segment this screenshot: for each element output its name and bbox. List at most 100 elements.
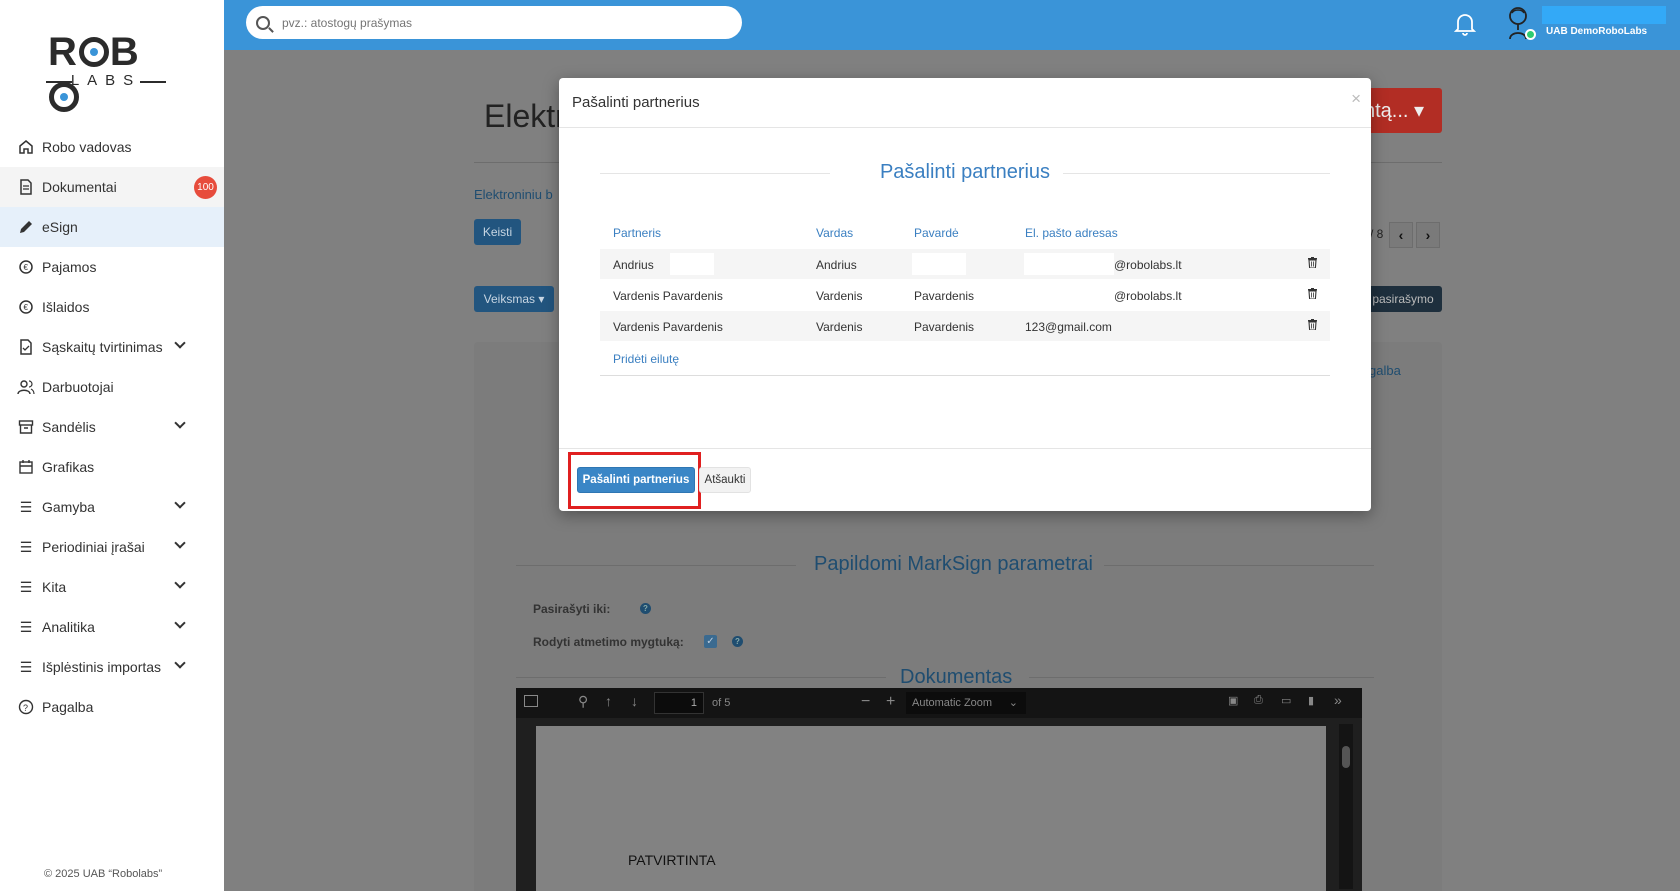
list-icon: ☰ xyxy=(19,578,33,595)
show-reject-checkbox[interactable]: ✓ xyxy=(704,635,717,648)
remove-partners-button[interactable]: Pašalinti partnerius xyxy=(577,467,695,493)
email-cell[interactable]: @robolabs.lt xyxy=(1114,289,1182,303)
column-header-email: El. pašto adresas xyxy=(1025,226,1118,240)
calendar-icon xyxy=(16,458,36,476)
next-page-button[interactable]: › xyxy=(1416,222,1440,248)
sidebar-toggle-icon[interactable] xyxy=(524,695,538,707)
section-marksign-title: Papildomi MarkSign parametrai xyxy=(814,553,1094,575)
prev-page-button[interactable]: ‹ xyxy=(1389,222,1413,248)
sidebar-item-label: Išlaidos xyxy=(42,299,90,315)
info-link[interactable]: Elektroniniu b xyxy=(474,187,553,202)
surname-cell[interactable] xyxy=(912,253,966,275)
expense-icon: € xyxy=(16,298,36,316)
sidebar-item-periodiniai-irasai[interactable]: ☰ Periodiniai įrašai xyxy=(0,527,224,567)
name-cell[interactable]: Andrius xyxy=(816,258,857,272)
sidebar-item-kita[interactable]: ☰ Kita xyxy=(0,567,224,607)
sidebar-item-sandelis[interactable]: Sandėlis xyxy=(0,407,224,447)
search-icon[interactable]: ⚲ xyxy=(578,693,588,710)
column-header-partner: Partneris xyxy=(613,226,662,240)
help-link[interactable]: galba xyxy=(1369,363,1401,378)
bookmark-icon[interactable]: ▮ xyxy=(1308,694,1314,707)
action-dropdown-button[interactable]: Veiksmas ▾ xyxy=(474,286,554,312)
surname-cell[interactable]: Pavardenis xyxy=(914,320,974,334)
chevron-down-icon xyxy=(174,417,186,429)
svg-text:€: € xyxy=(24,303,29,312)
modal-header: Pašalinti partnerius × xyxy=(559,78,1371,128)
chevron-down-icon xyxy=(174,577,186,589)
section-document-title: Dokumentas xyxy=(900,666,1013,688)
pdf-scrollbar[interactable] xyxy=(1339,724,1353,889)
surname-cell[interactable]: Pavardenis xyxy=(914,289,974,303)
table-row: Vardenis Pavardenis Vardenis Pavardenis … xyxy=(600,280,1330,310)
sidebar-item-saskaitu-tvirtinimas[interactable]: Sąskaitų tvirtinimas xyxy=(0,327,224,367)
presentation-icon[interactable]: ▣ xyxy=(1228,694,1238,707)
email-cell[interactable]: @robolabs.lt xyxy=(1114,258,1182,272)
svg-text:?: ? xyxy=(23,703,28,713)
send-for-signing-button[interactable]: pasirašymo xyxy=(1364,286,1442,312)
name-cell[interactable]: Vardenis xyxy=(816,289,862,303)
sidebar-item-label: Sąskaitų tvirtinimas xyxy=(42,339,163,355)
sidebar-item-grafikas[interactable]: Grafikas xyxy=(0,447,224,487)
cancel-button[interactable]: Atšaukti xyxy=(699,467,751,493)
table-bottom-border xyxy=(600,375,1330,376)
bell-icon[interactable] xyxy=(1453,12,1478,36)
page-count: of 5 xyxy=(712,697,731,709)
sidebar-item-gamyba[interactable]: ☰ Gamyba xyxy=(0,487,224,527)
sidebar-item-islaidos[interactable]: € Išlaidos xyxy=(0,287,224,327)
sidebar-item-label: eSign xyxy=(42,219,78,235)
pdf-viewer: ⚲ ↑ ↓ 1 of 5 − + Automatic Zoom ⌄ ▣ ⎙ ▭ ▮… xyxy=(516,688,1362,891)
sidebar-item-analitika[interactable]: ☰ Analitika xyxy=(0,607,224,647)
column-header-name: Vardas xyxy=(816,226,854,240)
search-input[interactable] xyxy=(282,15,702,30)
trash-icon[interactable] xyxy=(1308,257,1317,268)
help-icon[interactable]: ? xyxy=(640,603,651,614)
show-reject-label: Rodyti atmetimo mygtuką: xyxy=(533,635,684,649)
open-file-icon[interactable]: ▭ xyxy=(1281,694,1291,707)
trash-icon[interactable] xyxy=(1308,319,1317,330)
users-icon xyxy=(16,378,36,396)
sidebar-item-label: Robo vadovas xyxy=(42,139,132,155)
sidebar-item-isplestinis-importas[interactable]: ☰ Išplėstinis importas xyxy=(0,647,224,687)
change-button[interactable]: Keisti xyxy=(474,219,521,245)
name-cell[interactable]: Vardenis xyxy=(816,320,862,334)
top-bar: UAB DemoRoboLabs xyxy=(224,0,1680,50)
modal-footer: Pašalinti partnerius Atšaukti xyxy=(559,448,1371,511)
list-icon: ☰ xyxy=(19,618,33,635)
sidebar-item-robo-vadovas[interactable]: Robo vadovas xyxy=(0,127,224,167)
sidebar-item-esign[interactable]: eSign xyxy=(0,207,224,247)
zoom-select[interactable]: Automatic Zoom ⌄ xyxy=(906,692,1026,714)
remove-partners-modal: Pašalinti partnerius × Pašalinti partner… xyxy=(559,78,1371,511)
chevron-down-icon xyxy=(174,537,186,549)
sidebar-item-dokumentai[interactable]: Dokumentai 100 xyxy=(0,167,224,207)
sign-until-label: Pasirašyti iki: xyxy=(533,602,611,616)
arrow-down-icon[interactable]: ↓ xyxy=(631,693,638,709)
zoom-in-icon[interactable]: + xyxy=(886,693,895,711)
sidebar-item-label: Grafikas xyxy=(42,459,95,475)
sidebar-item-pajamos[interactable]: € Pajamos xyxy=(0,247,224,287)
sidebar-item-label: Kita xyxy=(42,579,67,595)
print-icon[interactable]: ⎙ xyxy=(1254,694,1263,707)
sidebar-item-label: Sandėlis xyxy=(42,419,96,435)
partner-cell[interactable]: Andrius xyxy=(613,258,654,272)
help-icon[interactable]: ? xyxy=(732,636,743,647)
zoom-out-icon[interactable]: − xyxy=(861,693,870,711)
email-cell[interactable]: 123@gmail.com xyxy=(1025,320,1112,334)
tools-expand-icon[interactable]: » xyxy=(1334,692,1342,708)
page-number-input[interactable]: 1 xyxy=(654,692,704,714)
sidebar-item-darbuotojai[interactable]: Darbuotojai xyxy=(0,367,224,407)
modal-title: Pašalinti partnerius xyxy=(572,94,700,111)
sidebar-item-label: Dokumentai xyxy=(42,179,117,195)
partner-cell[interactable]: Vardenis Pavardenis xyxy=(613,320,723,334)
partner-cell[interactable]: Vardenis Pavardenis xyxy=(613,289,723,303)
close-icon[interactable]: × xyxy=(1351,89,1361,109)
sidebar-item-pagalba[interactable]: ? Pagalba xyxy=(0,687,224,727)
trash-icon[interactable] xyxy=(1308,288,1317,299)
invoice-check-icon xyxy=(16,338,36,356)
arrow-up-icon[interactable]: ↑ xyxy=(605,693,612,709)
search-bar[interactable] xyxy=(246,6,742,39)
warehouse-icon xyxy=(16,418,36,436)
add-row-link[interactable]: Pridėti eilutę xyxy=(613,352,679,366)
robolabs-logo[interactable]: RB LABS xyxy=(46,30,166,112)
chevron-down-icon xyxy=(174,617,186,629)
company-selector[interactable] xyxy=(1542,6,1666,24)
